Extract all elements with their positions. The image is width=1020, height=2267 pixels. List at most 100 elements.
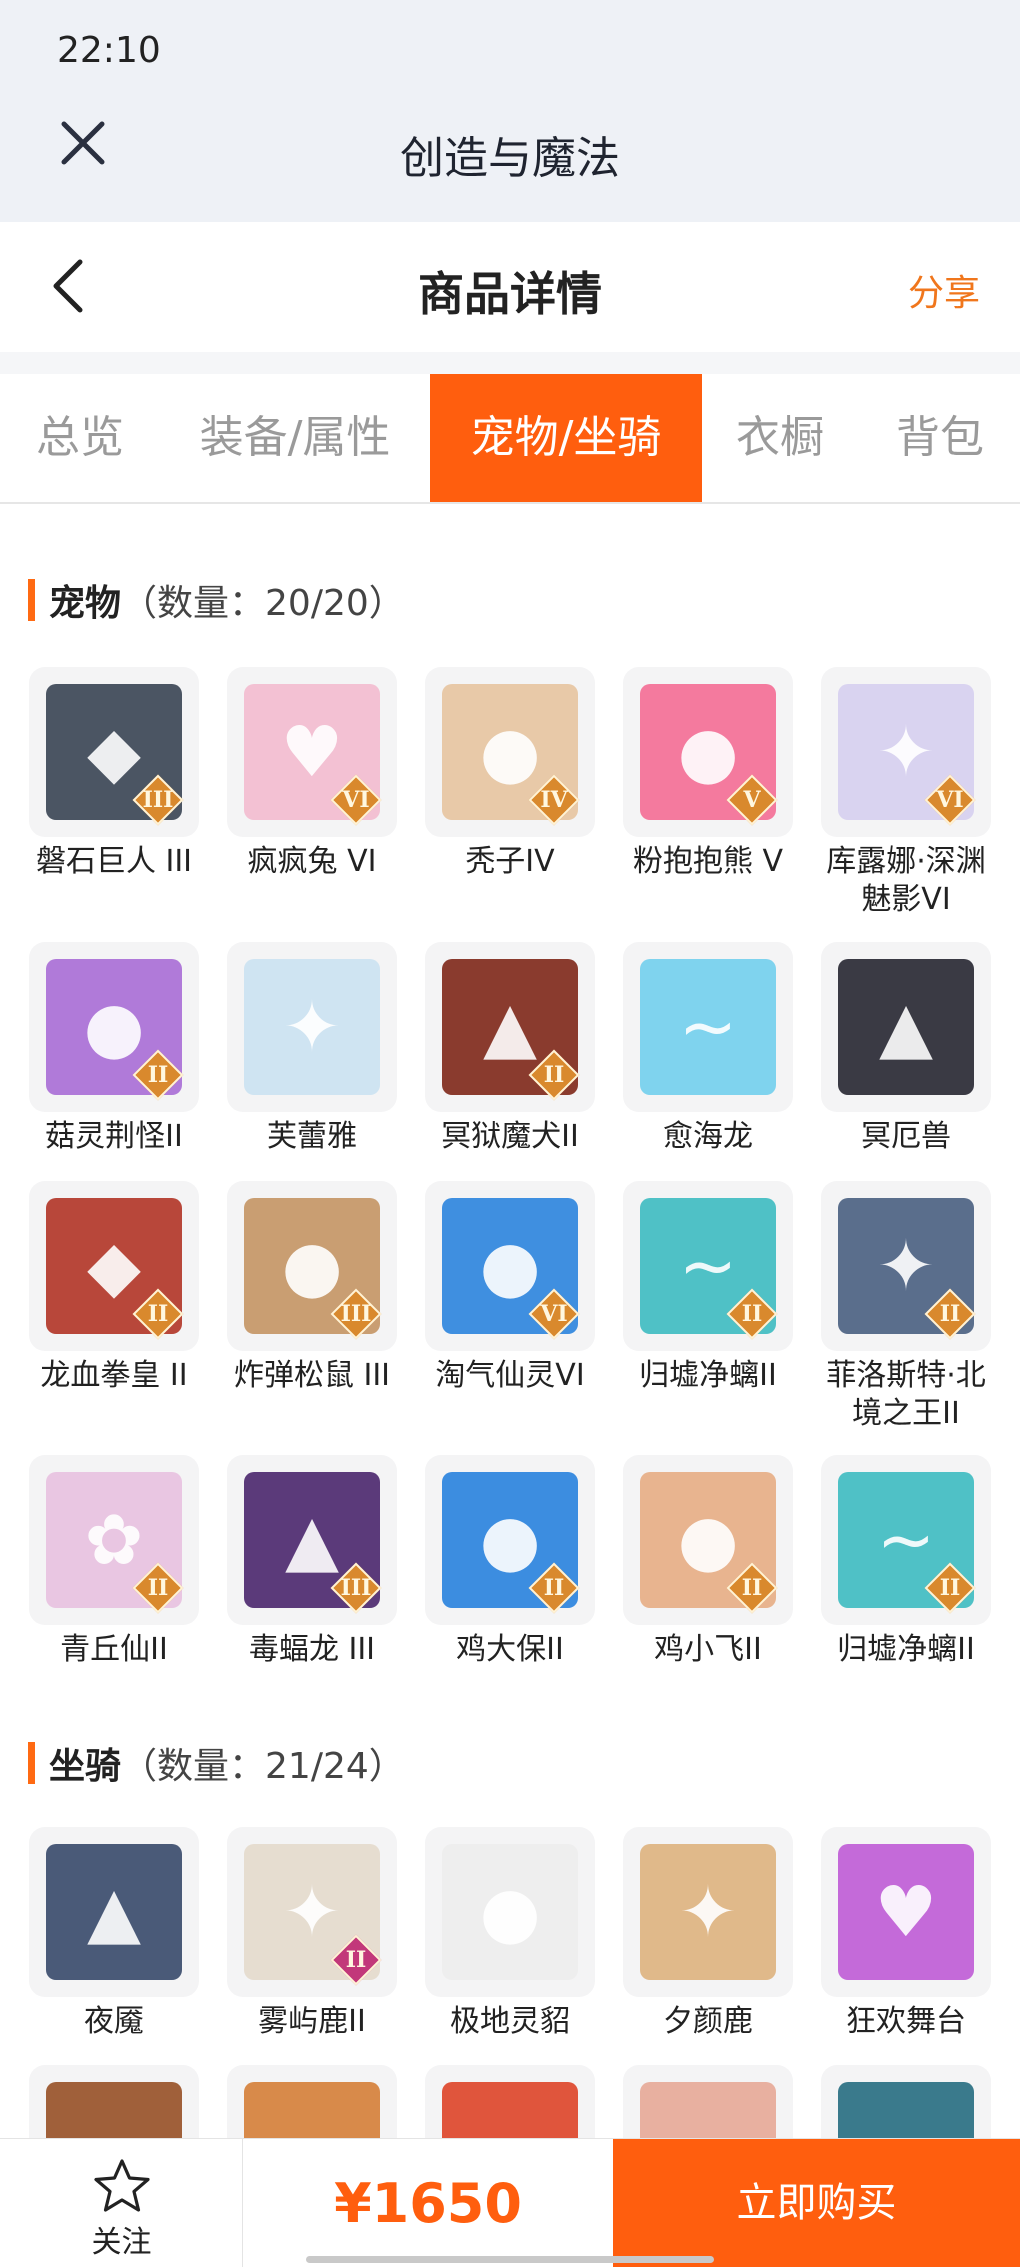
- tier-label: III: [340, 1301, 372, 1327]
- buy-now-button[interactable]: 立即购买: [613, 2139, 1020, 2267]
- creature-icon: ✦: [282, 986, 342, 1068]
- mounts-section-title: 坐骑 （数量：21/24）: [28, 1737, 405, 1789]
- tier-badge: III: [132, 774, 184, 826]
- item-name: 冥狱魔犬II: [441, 1119, 579, 1154]
- grid-item[interactable]: ● II 鸡小飞II: [620, 1455, 796, 1669]
- tier-label: II: [543, 1062, 565, 1088]
- grid-item[interactable]: ● III 炸弹松鼠 III: [224, 1181, 400, 1395]
- grid-item[interactable]: ✿ II 青丘仙II: [26, 1455, 202, 1669]
- item-name: 夕颜鹿: [663, 2004, 753, 2039]
- grid-item[interactable]: [620, 2065, 796, 2138]
- item-name: 炸弹松鼠 III: [233, 1358, 391, 1393]
- pets-grid: ◆ III 磐石巨人 III ♥ VI 疯疯兔 VI ● IV 秃子IV ● V 粉抱抱熊 V ✦ VI 库…: [0, 667, 1020, 1667]
- creature-icon: ▲: [879, 986, 933, 1068]
- tier-label: III: [142, 787, 174, 813]
- item-name: 龙血拳皇 II: [40, 1358, 188, 1393]
- creature-icon: ~: [678, 986, 738, 1068]
- tier-label: II: [741, 1301, 763, 1327]
- grid-item[interactable]: ✦ 芙蕾雅: [224, 942, 400, 1156]
- item-thumbnail: [29, 2065, 199, 2138]
- item-name: 雾屿鹿II: [258, 2004, 366, 2039]
- grid-item[interactable]: [818, 2065, 994, 2138]
- item-name: 冥厄兽: [861, 1119, 951, 1154]
- tab-pets-mounts[interactable]: 宠物/坐骑: [430, 374, 702, 502]
- grid-item[interactable]: ✦ II 雾屿鹿II: [224, 1827, 400, 2041]
- share-button[interactable]: 分享: [908, 264, 980, 316]
- item-name: 鸡小飞II: [654, 1632, 762, 1667]
- tab-wardrobe[interactable]: 衣橱: [720, 374, 840, 502]
- item-name: 极地灵貂: [450, 2004, 570, 2039]
- tier-label: II: [147, 1575, 169, 1601]
- item-thumbnail: [821, 2065, 991, 2138]
- grid-item[interactable]: ~ 愈海龙: [620, 942, 796, 1156]
- tier-label: IV: [540, 787, 568, 813]
- grid-item[interactable]: ● V 粉抱抱熊 V: [620, 667, 796, 881]
- grid-item[interactable]: ● 极地灵貂: [422, 1827, 598, 2041]
- tab-equipment[interactable]: 装备/属性: [180, 374, 410, 502]
- grid-item[interactable]: ◆ II 龙血拳皇 II: [26, 1181, 202, 1395]
- tier-badge: VI: [330, 774, 382, 826]
- item-name: 淘气仙灵VI: [435, 1358, 585, 1393]
- grid-item[interactable]: ● IV 秃子IV: [422, 667, 598, 881]
- creature-icon: ▲: [87, 1871, 141, 1953]
- item-artwork: [838, 2082, 974, 2138]
- grid-item[interactable]: ✦ VI 库露娜·深渊魅影VI: [818, 667, 994, 919]
- grid-item[interactable]: ▲ 夜魇: [26, 1827, 202, 2041]
- item-thumbnail: ● VI: [425, 1181, 595, 1351]
- mounts-grid: ▲ 夜魇 ✦ II 雾屿鹿II ● 极地灵貂 ✦ 夕颜鹿 ♥ 狂欢舞台: [0, 1827, 1020, 2138]
- mounts-title: 坐骑: [49, 1746, 122, 1787]
- item-artwork: [442, 2082, 578, 2138]
- item-thumbnail: ✦ VI: [821, 667, 991, 837]
- item-thumbnail: ~ II: [821, 1455, 991, 1625]
- grid-item[interactable]: ▲ II 冥狱魔犬II: [422, 942, 598, 1156]
- grid-item[interactable]: [422, 2065, 598, 2138]
- item-thumbnail: ♥ VI: [227, 667, 397, 837]
- grid-item[interactable]: ♥ VI 疯疯兔 VI: [224, 667, 400, 881]
- follow-button[interactable]: 关注: [0, 2139, 243, 2267]
- grid-item[interactable]: ● II 鸡大保II: [422, 1455, 598, 1669]
- tab-overview[interactable]: 总览: [0, 374, 160, 502]
- item-thumbnail: ✦ II: [227, 1827, 397, 1997]
- creature-icon: ♥: [874, 1871, 938, 1953]
- section-accent: [28, 1742, 35, 1784]
- item-thumbnail: ◆ II: [29, 1181, 199, 1351]
- item-thumbnail: ● II: [623, 1455, 793, 1625]
- tier-badge: II: [132, 1562, 184, 1614]
- grid-item[interactable]: ● II 菇灵荆怪II: [26, 942, 202, 1156]
- grid-item[interactable]: ● VI 淘气仙灵VI: [422, 1181, 598, 1395]
- app-title: 创造与魔法: [400, 133, 620, 184]
- page-title: 商品详情: [418, 267, 602, 321]
- tier-badge: II: [726, 1562, 778, 1614]
- item-name: 菇灵荆怪II: [45, 1119, 183, 1154]
- grid-item[interactable]: ▲ 冥厄兽: [818, 942, 994, 1156]
- grid-item[interactable]: ~ II 归墟净螭II: [818, 1455, 994, 1669]
- grid-item[interactable]: [224, 2065, 400, 2138]
- item-thumbnail: [227, 2065, 397, 2138]
- grid-item[interactable]: ~ II 归墟净螭II: [620, 1181, 796, 1395]
- grid-item[interactable]: ✦ 夕颜鹿: [620, 1827, 796, 2041]
- tier-label: VI: [342, 787, 370, 813]
- item-thumbnail: ▲: [821, 942, 991, 1112]
- item-thumbnail: ✦: [623, 1827, 793, 1997]
- tier-badge: II: [924, 1562, 976, 1614]
- tier-label: II: [939, 1575, 961, 1601]
- tier-label: II: [939, 1301, 961, 1327]
- tier-badge: II: [924, 1288, 976, 1340]
- follow-label: 关注: [91, 2225, 152, 2260]
- app-bar: 22:10 创造与魔法: [0, 0, 1020, 222]
- item-name: 狂欢舞台: [846, 2004, 966, 2039]
- grid-item[interactable]: [26, 2065, 202, 2138]
- grid-item[interactable]: ▲ III 毒蝠龙 III: [224, 1455, 400, 1669]
- tier-label: II: [345, 1947, 367, 1973]
- grid-item[interactable]: ♥ 狂欢舞台: [818, 1827, 994, 2041]
- tier-label: III: [340, 1575, 372, 1601]
- home-indicator: [306, 2256, 714, 2263]
- grid-item[interactable]: ✦ II 菲洛斯特·北境之王II: [818, 1181, 994, 1433]
- tier-label: VI: [540, 1301, 568, 1327]
- grid-item[interactable]: ◆ III 磐石巨人 III: [26, 667, 202, 881]
- item-thumbnail: ● III: [227, 1181, 397, 1351]
- tier-badge: IV: [528, 774, 580, 826]
- mounts-count: （数量：21/24）: [121, 1746, 405, 1787]
- divider: [0, 352, 1020, 374]
- tab-backpack[interactable]: 背包: [870, 374, 1010, 502]
